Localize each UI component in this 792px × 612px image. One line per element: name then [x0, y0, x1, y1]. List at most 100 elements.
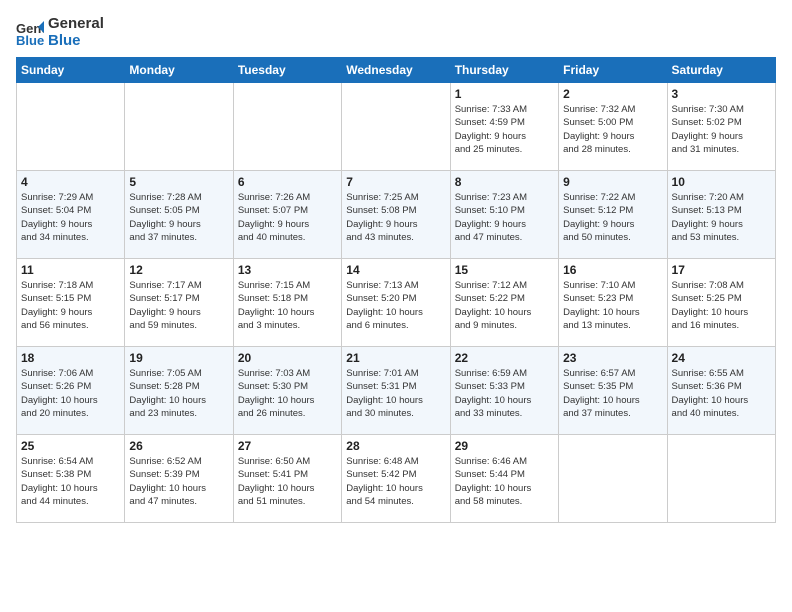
calendar-cell: 27Sunrise: 6:50 AM Sunset: 5:41 PM Dayli… — [233, 435, 341, 523]
day-info: Sunrise: 7:17 AM Sunset: 5:17 PM Dayligh… — [129, 279, 228, 332]
day-number: 16 — [563, 263, 662, 277]
calendar-cell — [342, 83, 450, 171]
weekday-header-tuesday: Tuesday — [233, 58, 341, 83]
day-number: 24 — [672, 351, 771, 365]
week-row-5: 25 Sunrise: 6:54 AM Sunset: 5:38 PM Dayli… — [17, 435, 776, 523]
day-info: Sunrise: 7:05 AM Sunset: 5:28 PM Dayligh… — [129, 367, 228, 420]
day-number: 23 — [563, 351, 662, 365]
calendar-cell: 1 Sunrise: 7:33 AM Sunset: 4:59 PM Daylig… — [450, 83, 558, 171]
day-info: Sunrise: 6:52 AM Sunset: 5:39 PM Dayligh… — [129, 455, 228, 508]
day-info: Sunrise: 6:55 AM Sunset: 5:36 PM Dayligh… — [672, 367, 771, 420]
day-number: 3 — [672, 87, 771, 101]
day-info: Sunrise: 7:13 AM Sunset: 5:20 PM Dayligh… — [346, 279, 445, 332]
calendar-cell: 12Sunrise: 7:17 AM Sunset: 5:17 PM Dayli… — [125, 259, 233, 347]
calendar-cell: 15 Sunrise: 7:12 AM Sunset: 5:22 PM Dayli… — [450, 259, 558, 347]
day-info: Sunrise: 7:28 AM Sunset: 5:05 PM Dayligh… — [129, 191, 228, 244]
day-info: Sunrise: 6:54 AM Sunset: 5:38 PM Dayligh… — [21, 455, 120, 508]
weekday-header-thursday: Thursday — [450, 58, 558, 83]
calendar-cell: 25 Sunrise: 6:54 AM Sunset: 5:38 PM Dayli… — [17, 435, 125, 523]
day-number: 18 — [21, 351, 120, 365]
calendar-cell: 29 Sunrise: 6:46 AM Sunset: 5:44 PM Dayli… — [450, 435, 558, 523]
day-number: 25 — [21, 439, 120, 453]
weekday-header-wednesday: Wednesday — [342, 58, 450, 83]
day-info: Sunrise: 7:06 AM Sunset: 5:26 PM Dayligh… — [21, 367, 120, 420]
day-info: Sunrise: 7:26 AM Sunset: 5:07 PM Dayligh… — [238, 191, 337, 244]
calendar-cell: 3 Sunrise: 7:30 AM Sunset: 5:02 PM Daylig… — [667, 83, 775, 171]
day-info: Sunrise: 6:50 AM Sunset: 5:41 PM Dayligh… — [238, 455, 337, 508]
calendar-cell: 24 Sunrise: 6:55 AM Sunset: 5:36 PM Dayli… — [667, 347, 775, 435]
day-number: 20 — [238, 351, 337, 365]
calendar-cell: 28 Sunrise: 6:48 AM Sunset: 5:42 PM Dayli… — [342, 435, 450, 523]
calendar-cell: 13 Sunrise: 7:15 AM Sunset: 5:18 PM Dayli… — [233, 259, 341, 347]
calendar-cell: 26 Sunrise: 6:52 AM Sunset: 5:39 PM Dayli… — [125, 435, 233, 523]
day-info: Sunrise: 7:25 AM Sunset: 5:08 PM Dayligh… — [346, 191, 445, 244]
day-number: 14 — [346, 263, 445, 277]
day-info: Sunrise: 7:22 AM Sunset: 5:12 PM Dayligh… — [563, 191, 662, 244]
day-number: 21 — [346, 351, 445, 365]
logo-icon: General Blue — [16, 19, 44, 47]
calendar-cell: 21 Sunrise: 7:01 AM Sunset: 5:31 PM Dayli… — [342, 347, 450, 435]
day-number: 17 — [672, 263, 771, 277]
logo-text: General Blue — [48, 16, 104, 49]
day-info: Sunrise: 6:48 AM Sunset: 5:42 PM Dayligh… — [346, 455, 445, 508]
calendar-cell: 16 Sunrise: 7:10 AM Sunset: 5:23 PM Dayli… — [559, 259, 667, 347]
calendar-cell: 9 Sunrise: 7:22 AM Sunset: 5:12 PM Daylig… — [559, 171, 667, 259]
calendar-cell: 19 Sunrise: 7:05 AM Sunset: 5:28 PM Dayli… — [125, 347, 233, 435]
day-info: Sunrise: 7:33 AM Sunset: 4:59 PM Dayligh… — [455, 103, 554, 156]
day-info: Sunrise: 7:32 AM Sunset: 5:00 PM Dayligh… — [563, 103, 662, 156]
weekday-header-sunday: Sunday — [17, 58, 125, 83]
day-number: 6 — [238, 175, 337, 189]
calendar-cell — [233, 83, 341, 171]
day-number: 28 — [346, 439, 445, 453]
day-info: Sunrise: 7:23 AM Sunset: 5:10 PM Dayligh… — [455, 191, 554, 244]
day-info: Sunrise: 6:59 AM Sunset: 5:33 PM Dayligh… — [455, 367, 554, 420]
day-info: Sunrise: 7:12 AM Sunset: 5:22 PM Dayligh… — [455, 279, 554, 332]
day-number: 29 — [455, 439, 554, 453]
day-info: Sunrise: 7:03 AM Sunset: 5:30 PM Dayligh… — [238, 367, 337, 420]
day-number: 7 — [346, 175, 445, 189]
day-number: 15 — [455, 263, 554, 277]
day-number: 11 — [21, 263, 120, 277]
day-info: Sunrise: 7:30 AM Sunset: 5:02 PM Dayligh… — [672, 103, 771, 156]
calendar-cell: 5 Sunrise: 7:28 AM Sunset: 5:05 PM Daylig… — [125, 171, 233, 259]
calendar-cell: 20 Sunrise: 7:03 AM Sunset: 5:30 PM Dayli… — [233, 347, 341, 435]
calendar-cell: 18 Sunrise: 7:06 AM Sunset: 5:26 PM Dayli… — [17, 347, 125, 435]
day-info: Sunrise: 6:57 AM Sunset: 5:35 PM Dayligh… — [563, 367, 662, 420]
day-info: Sunrise: 7:20 AM Sunset: 5:13 PM Dayligh… — [672, 191, 771, 244]
calendar-table: SundayMondayTuesdayWednesdayThursdayFrid… — [16, 57, 776, 523]
day-info: Sunrise: 7:29 AM Sunset: 5:04 PM Dayligh… — [21, 191, 120, 244]
day-number: 9 — [563, 175, 662, 189]
calendar-cell: 8 Sunrise: 7:23 AM Sunset: 5:10 PM Daylig… — [450, 171, 558, 259]
day-number: 5 — [129, 175, 228, 189]
day-number: 10 — [672, 175, 771, 189]
day-number: 1 — [455, 87, 554, 101]
day-number: 22 — [455, 351, 554, 365]
day-info: Sunrise: 7:18 AM Sunset: 5:15 PM Dayligh… — [21, 279, 120, 332]
day-info: Sunrise: 7:15 AM Sunset: 5:18 PM Dayligh… — [238, 279, 337, 332]
calendar-cell — [17, 83, 125, 171]
calendar-cell: 14 Sunrise: 7:13 AM Sunset: 5:20 PM Dayli… — [342, 259, 450, 347]
day-number: 26 — [129, 439, 228, 453]
day-number: 19 — [129, 351, 228, 365]
calendar-cell: 22 Sunrise: 6:59 AM Sunset: 5:33 PM Dayli… — [450, 347, 558, 435]
week-row-2: 4 Sunrise: 7:29 AM Sunset: 5:04 PM Daylig… — [17, 171, 776, 259]
day-number: 4 — [21, 175, 120, 189]
week-row-1: 1 Sunrise: 7:33 AM Sunset: 4:59 PM Daylig… — [17, 83, 776, 171]
day-number: 8 — [455, 175, 554, 189]
week-row-4: 18 Sunrise: 7:06 AM Sunset: 5:26 PM Dayli… — [17, 347, 776, 435]
day-info: Sunrise: 7:08 AM Sunset: 5:25 PM Dayligh… — [672, 279, 771, 332]
day-info: Sunrise: 7:10 AM Sunset: 5:23 PM Dayligh… — [563, 279, 662, 332]
calendar-cell: 4 Sunrise: 7:29 AM Sunset: 5:04 PM Daylig… — [17, 171, 125, 259]
day-number: 13 — [238, 263, 337, 277]
week-row-3: 11 Sunrise: 7:18 AM Sunset: 5:15 PM Dayli… — [17, 259, 776, 347]
svg-text:Blue: Blue — [16, 33, 44, 47]
weekday-header-saturday: Saturday — [667, 58, 775, 83]
calendar-cell: 10 Sunrise: 7:20 AM Sunset: 5:13 PM Dayli… — [667, 171, 775, 259]
header: General Blue General Blue — [16, 16, 776, 49]
calendar-cell: 6 Sunrise: 7:26 AM Sunset: 5:07 PM Daylig… — [233, 171, 341, 259]
calendar-cell: 23 Sunrise: 6:57 AM Sunset: 5:35 PM Dayli… — [559, 347, 667, 435]
day-info: Sunrise: 6:46 AM Sunset: 5:44 PM Dayligh… — [455, 455, 554, 508]
weekday-header-friday: Friday — [559, 58, 667, 83]
logo: General Blue General Blue — [16, 16, 104, 49]
day-info: Sunrise: 7:01 AM Sunset: 5:31 PM Dayligh… — [346, 367, 445, 420]
